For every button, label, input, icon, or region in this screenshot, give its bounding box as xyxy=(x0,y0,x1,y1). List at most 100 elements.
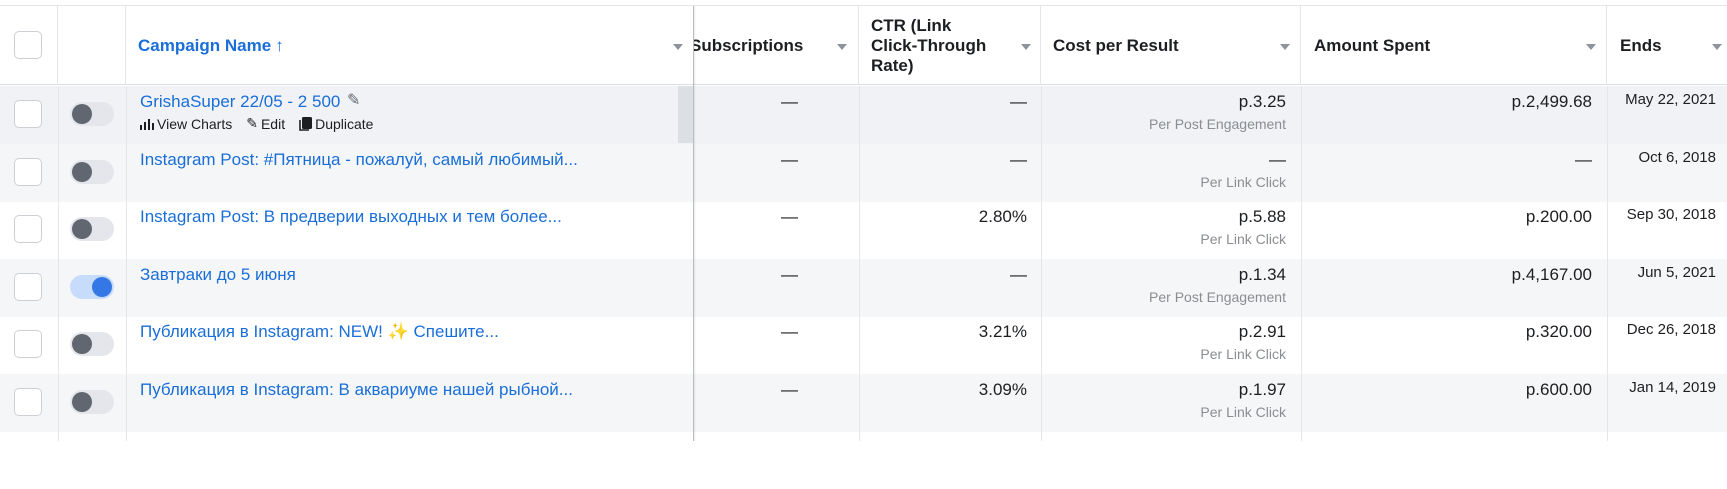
cost-per-result-value: р.1.34 xyxy=(1238,265,1286,284)
ctr-value: 3.21% xyxy=(978,322,1027,341)
table-row[interactable]: Завтраки до 5 июня — — р.1.34 Per Post Engag… xyxy=(0,259,1727,317)
subscriptions-value: — xyxy=(781,322,798,341)
column-divider xyxy=(58,86,59,441)
row-actions: View Charts ✎ Edit Duplicate xyxy=(140,115,373,132)
bar-chart-icon xyxy=(140,118,154,130)
amount-spent-value: — xyxy=(1575,150,1592,169)
subscriptions-value: — xyxy=(781,380,798,399)
amount-spent-value: р.320.00 xyxy=(1525,322,1592,341)
table-row[interactable]: Instagram Post: В предверии выходных и т… xyxy=(0,201,1727,259)
campaign-name-link[interactable]: GrishaSuper 22/05 - 2 500 xyxy=(140,92,340,112)
row-checkbox[interactable] xyxy=(14,100,42,128)
table-row-partial[interactable] xyxy=(0,431,1727,489)
edit-action[interactable]: ✎ Edit xyxy=(246,115,285,132)
view-charts-label: View Charts xyxy=(157,115,233,132)
ctr-value: — xyxy=(1010,92,1027,111)
row-checkbox[interactable] xyxy=(14,158,42,186)
duplicate-icon xyxy=(299,116,313,131)
end-date-value: Dec 26, 2018 xyxy=(1626,321,1716,338)
amount-spent-value: р.2,499.68 xyxy=(1511,92,1592,111)
campaign-status-toggle[interactable] xyxy=(70,217,114,241)
campaign-name-link[interactable]: Instagram Post: В предверии выходных и т… xyxy=(140,207,562,227)
cost-per-result-value: — xyxy=(1269,150,1286,169)
ctr-label-line1: CTR (Link xyxy=(871,15,952,35)
row-checkbox[interactable] xyxy=(14,388,42,416)
header-select-all-cell xyxy=(0,6,58,85)
ctr-value: — xyxy=(1010,265,1027,284)
horizontal-scroll-thumb[interactable] xyxy=(678,86,693,143)
cost-type-label: Per Link Click xyxy=(1200,346,1286,362)
table-row[interactable]: Публикация в Instagram: В аквариуме наше… xyxy=(0,374,1727,432)
subscriptions-dropdown-icon[interactable] xyxy=(837,44,847,50)
subscriptions-value: — xyxy=(781,150,798,169)
table-row[interactable]: Instagram Post: #Пятница - пожалуй, самы… xyxy=(0,144,1727,202)
column-header-cost-per-result[interactable]: Cost per Result xyxy=(1041,6,1301,85)
toggle-knob xyxy=(72,104,92,124)
column-header-amount-spent[interactable]: Amount Spent xyxy=(1301,6,1607,85)
column-divider xyxy=(859,86,860,441)
table-header: Campaign Name ↑ Subscriptions CTR (Link … xyxy=(0,6,1727,85)
column-header-ctr[interactable]: CTR (Link Click-Through Rate) xyxy=(859,6,1041,85)
view-charts-action[interactable]: View Charts xyxy=(140,115,232,132)
subscriptions-value: — xyxy=(781,92,798,111)
campaign-name-dropdown-icon[interactable] xyxy=(673,44,683,50)
campaign-name-link[interactable]: Публикация в Instagram: В аквариуме наше… xyxy=(140,380,573,400)
cost-per-result-value: р.2.91 xyxy=(1238,322,1286,341)
header-toggle-cell xyxy=(58,6,126,85)
cost-per-result-value: р.3.25 xyxy=(1238,92,1286,111)
campaign-status-toggle[interactable] xyxy=(70,390,114,414)
amount-spent-value: р.200.00 xyxy=(1525,207,1592,226)
cost-type-label: Per Post Engagement xyxy=(1149,116,1286,132)
cost-per-result-dropdown-icon[interactable] xyxy=(1280,44,1290,50)
table-row[interactable]: GrishaSuper 22/05 - 2 500 ✎ View Charts ✎ Ed… xyxy=(0,86,1727,144)
ends-dropdown-icon[interactable] xyxy=(1712,44,1722,50)
row-checkbox[interactable] xyxy=(14,273,42,301)
ctr-value: — xyxy=(1010,150,1027,169)
toggle-knob xyxy=(72,392,92,412)
amount-spent-dropdown-icon[interactable] xyxy=(1586,44,1596,50)
column-header-campaign-name[interactable]: Campaign Name ↑ xyxy=(126,6,693,85)
amount-spent-label: Amount Spent xyxy=(1314,35,1431,55)
cost-type-label: Per Link Click xyxy=(1200,231,1286,247)
campaign-name-label: Campaign Name xyxy=(138,35,272,55)
campaign-status-toggle[interactable] xyxy=(70,102,114,126)
select-all-checkbox[interactable] xyxy=(14,31,42,59)
end-date-value: Sep 30, 2018 xyxy=(1626,206,1716,223)
column-header-ends[interactable]: Ends xyxy=(1607,6,1727,85)
campaign-name-link[interactable]: Публикация в Instagram: NEW! ✨ Спешите..… xyxy=(140,322,499,342)
cost-per-result-label: Cost per Result xyxy=(1053,35,1179,55)
frozen-column-shadow xyxy=(693,6,696,441)
ctr-value: 2.80% xyxy=(978,207,1027,226)
sort-ascending-icon: ↑ xyxy=(275,35,284,55)
duplicate-action[interactable]: Duplicate xyxy=(299,115,373,132)
row-checkbox[interactable] xyxy=(14,330,42,358)
campaign-name-link[interactable]: Завтраки до 5 июня xyxy=(140,265,296,285)
toggle-knob xyxy=(72,334,92,354)
ctr-label-line2: Click-Through xyxy=(871,35,987,55)
rename-pencil-icon[interactable]: ✎ xyxy=(347,90,360,110)
table-row[interactable]: Публикация в Instagram: NEW! ✨ Спешите..… xyxy=(0,316,1727,374)
column-header-subscriptions[interactable]: Subscriptions xyxy=(694,6,859,85)
column-divider xyxy=(126,86,127,441)
end-date-value: Jan 14, 2019 xyxy=(1629,379,1716,396)
ends-label: Ends xyxy=(1620,35,1662,55)
row-checkbox[interactable] xyxy=(14,215,42,243)
campaign-status-toggle[interactable] xyxy=(70,275,114,299)
ctr-dropdown-icon[interactable] xyxy=(1021,44,1031,50)
amount-spent-value: р.4,167.00 xyxy=(1511,265,1592,284)
cost-per-result-value: р.1.97 xyxy=(1238,380,1286,399)
edit-label: Edit xyxy=(260,115,286,132)
column-divider xyxy=(1607,86,1608,441)
duplicate-label: Duplicate xyxy=(315,115,374,132)
column-divider xyxy=(1301,86,1302,441)
end-date-value: Jun 5, 2021 xyxy=(1637,264,1716,281)
campaign-name-link[interactable]: Instagram Post: #Пятница - пожалуй, самы… xyxy=(140,150,578,170)
campaign-status-toggle[interactable] xyxy=(70,160,114,184)
toggle-knob xyxy=(92,277,112,297)
cost-type-label: Per Link Click xyxy=(1200,174,1286,190)
cost-type-label: Per Post Engagement xyxy=(1149,289,1286,305)
campaign-status-toggle[interactable] xyxy=(70,332,114,356)
amount-spent-value: р.600.00 xyxy=(1525,380,1592,399)
end-date-value: May 22, 2021 xyxy=(1625,91,1716,108)
ctr-value: 3.09% xyxy=(978,380,1027,399)
